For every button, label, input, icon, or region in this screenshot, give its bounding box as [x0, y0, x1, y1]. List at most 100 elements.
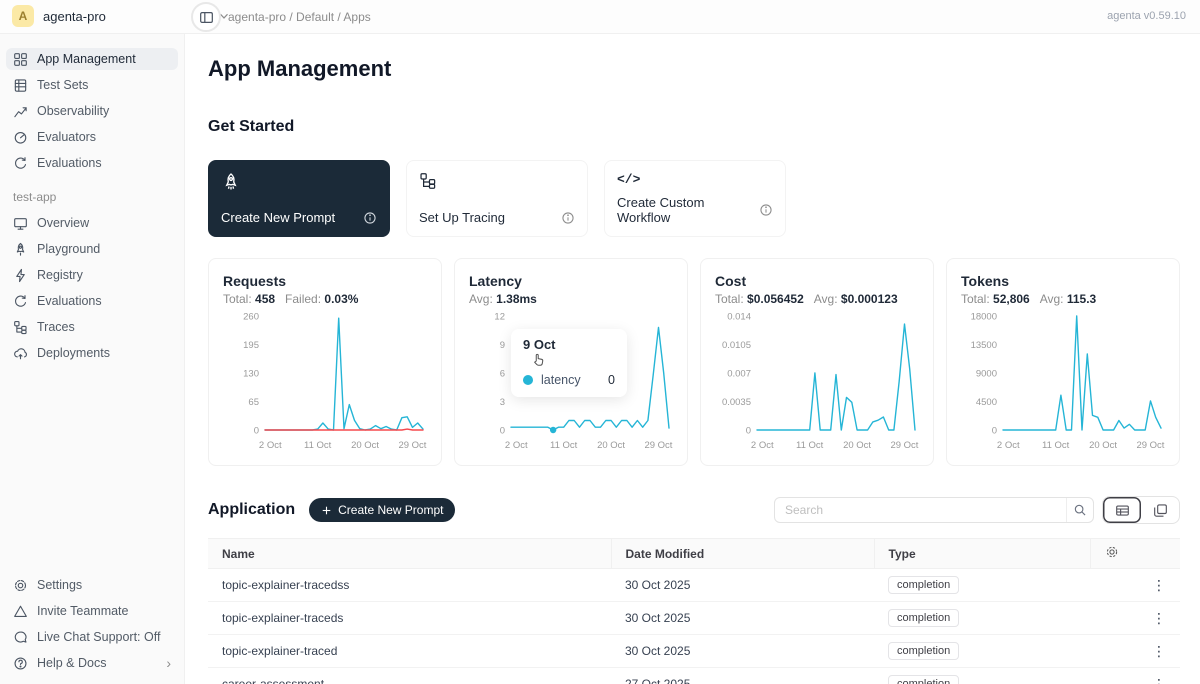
metric-card-requests: RequestsTotal: 458Failed: 0.03%065130195…	[208, 258, 442, 466]
svg-text:29 Oct: 29 Oct	[644, 440, 672, 451]
create-new-prompt-button[interactable]: Create New Prompt	[309, 498, 455, 522]
tooltip-series-value: 0	[608, 373, 615, 387]
panel-icon	[199, 10, 214, 25]
sidebar-item-evaluations[interactable]: Evaluations	[6, 290, 178, 312]
chart-stats: Total: $0.056452Avg: $0.000123	[715, 292, 919, 306]
sidebar-item-label: Overview	[37, 216, 89, 230]
sidebar-item-observability[interactable]: Observability	[6, 100, 178, 122]
application-heading: Application	[208, 501, 295, 519]
table-row[interactable]: topic-explainer-traceds30 Oct 2025comple…	[208, 602, 1180, 635]
chart-title: Cost	[715, 273, 919, 289]
app-name-cell[interactable]: career-assessment	[208, 668, 611, 684]
svg-text:20 Oct: 20 Oct	[351, 440, 379, 451]
table-settings-gear-icon[interactable]	[1105, 545, 1119, 559]
sidebar-footer-item-invite-teammate[interactable]: Invite Teammate	[6, 600, 178, 622]
svg-text:0.0035: 0.0035	[722, 397, 751, 408]
chart-plot[interactable]: 00.00350.0070.01050.0142 Oct11 Oct20 Oct…	[715, 308, 921, 458]
tree-icon	[13, 320, 28, 335]
app-name-cell[interactable]: topic-explainer-traceds	[208, 602, 611, 635]
row-menu-icon[interactable]: ⋮	[1090, 668, 1180, 684]
svg-text:11 Oct: 11 Oct	[1042, 440, 1070, 451]
sidebar-item-app-management[interactable]: App Management	[6, 48, 178, 70]
svg-text:65: 65	[248, 397, 259, 408]
table-header-row: Name Date Modified Type	[208, 539, 1180, 569]
svg-text:12: 12	[494, 311, 505, 322]
bolt-icon	[13, 268, 28, 283]
date-modified-cell: 30 Oct 2025	[611, 602, 874, 635]
chart-title: Latency	[469, 273, 673, 289]
sidebar-item-playground[interactable]: Playground	[6, 238, 178, 260]
sidebar-item-overview[interactable]: Overview	[6, 212, 178, 234]
app-name-cell[interactable]: topic-explainer-traced	[208, 635, 611, 668]
row-menu-icon[interactable]: ⋮	[1090, 602, 1180, 635]
series-dot-icon	[523, 375, 533, 385]
table-row[interactable]: topic-explainer-tracedss30 Oct 2025compl…	[208, 569, 1180, 602]
column-header-type[interactable]: Type	[874, 539, 1090, 569]
info-icon[interactable]	[363, 211, 377, 225]
column-header-date-modified[interactable]: Date Modified	[611, 539, 874, 569]
date-modified-cell: 27 Oct 2025	[611, 668, 874, 684]
chart-plot[interactable]: 0651301952602 Oct11 Oct20 Oct29 Oct	[223, 308, 429, 458]
hand-cursor-icon	[531, 352, 546, 367]
svg-text:2 Oct: 2 Oct	[751, 440, 774, 451]
table-view-button[interactable]	[1103, 497, 1141, 523]
get-started-heading: Get Started	[208, 118, 1180, 136]
svg-text:2 Oct: 2 Oct	[505, 440, 528, 451]
metric-card-tokens: TokensTotal: 52,806Avg: 115.304500900013…	[946, 258, 1180, 466]
sidebar-collapse-button[interactable]	[191, 2, 221, 32]
svg-text:20 Oct: 20 Oct	[843, 440, 871, 451]
sidebar-main-nav: App Management Test Sets Observability Eval…	[6, 48, 178, 178]
column-header-name[interactable]: Name	[208, 539, 611, 569]
sidebar-footer-item-help-docs[interactable]: Help & Docs›	[6, 652, 178, 674]
search-icon[interactable]	[1066, 498, 1092, 522]
svg-text:11 Oct: 11 Oct	[550, 440, 578, 451]
card-label: Create Custom Workflow	[617, 195, 759, 225]
sidebar-footer-item-live-chat-support-off[interactable]: Live Chat Support: Off	[6, 626, 178, 648]
sidebar-item-label: Deployments	[37, 346, 110, 360]
svg-text:20 Oct: 20 Oct	[597, 440, 625, 451]
table-row[interactable]: topic-explainer-traced30 Oct 2025complet…	[208, 635, 1180, 668]
svg-text:13500: 13500	[971, 340, 997, 351]
sidebar-footer-item-settings[interactable]: Settings	[6, 574, 178, 596]
create-custom-workflow-card[interactable]: </> Create Custom Workflow	[604, 160, 786, 237]
breadcrumb[interactable]: agenta-pro / Default / Apps	[228, 10, 371, 24]
svg-text:0: 0	[500, 425, 505, 436]
chart-icon	[13, 104, 28, 119]
svg-text:4500: 4500	[976, 397, 997, 408]
sidebar-item-registry[interactable]: Registry	[6, 264, 178, 286]
svg-text:11 Oct: 11 Oct	[796, 440, 824, 451]
table-row[interactable]: career-assessment27 Oct 2025completion⋮	[208, 668, 1180, 684]
sidebar-item-traces[interactable]: Traces	[6, 316, 178, 338]
page-title: App Management	[208, 56, 1180, 82]
sidebar-item-evaluations[interactable]: Evaluations	[6, 152, 178, 174]
rocket-icon	[13, 242, 28, 257]
row-menu-icon[interactable]: ⋮	[1090, 635, 1180, 668]
sidebar-item-label: Help & Docs	[37, 656, 106, 670]
sidebar-item-deployments[interactable]: Deployments	[6, 342, 178, 364]
info-icon[interactable]	[561, 211, 575, 225]
chart-plot[interactable]: 04500900013500180002 Oct11 Oct20 Oct29 O…	[961, 308, 1167, 458]
get-started-cards: Create New Prompt Set Up Tracing </> Cre…	[208, 160, 1180, 237]
sidebar-item-test-sets[interactable]: Test Sets	[6, 74, 178, 96]
svg-text:195: 195	[243, 340, 259, 351]
gauge-icon	[13, 130, 28, 145]
applications-table: Name Date Modified Type topic-explainer-…	[208, 538, 1180, 684]
sidebar-item-label: Invite Teammate	[37, 604, 128, 618]
search-input[interactable]	[774, 497, 1094, 523]
row-menu-icon[interactable]: ⋮	[1090, 569, 1180, 602]
chat-icon	[13, 630, 28, 645]
grid-icon	[13, 52, 28, 67]
svg-text:6: 6	[500, 368, 505, 379]
svg-text:3: 3	[500, 397, 505, 408]
svg-text:0.0105: 0.0105	[722, 340, 751, 351]
sidebar-group-label: test-app	[13, 190, 178, 204]
info-icon[interactable]	[759, 203, 773, 217]
svg-text:20 Oct: 20 Oct	[1089, 440, 1117, 451]
sidebar-item-evaluators[interactable]: Evaluators	[6, 126, 178, 148]
sidebar-item-label: Registry	[37, 268, 83, 282]
set-up-tracing-card[interactable]: Set Up Tracing	[406, 160, 588, 237]
create-new-prompt-card[interactable]: Create New Prompt	[208, 160, 390, 237]
card-view-button[interactable]	[1141, 497, 1179, 523]
chart-stats: Total: 458Failed: 0.03%	[223, 292, 427, 306]
app-name-cell[interactable]: topic-explainer-tracedss	[208, 569, 611, 602]
